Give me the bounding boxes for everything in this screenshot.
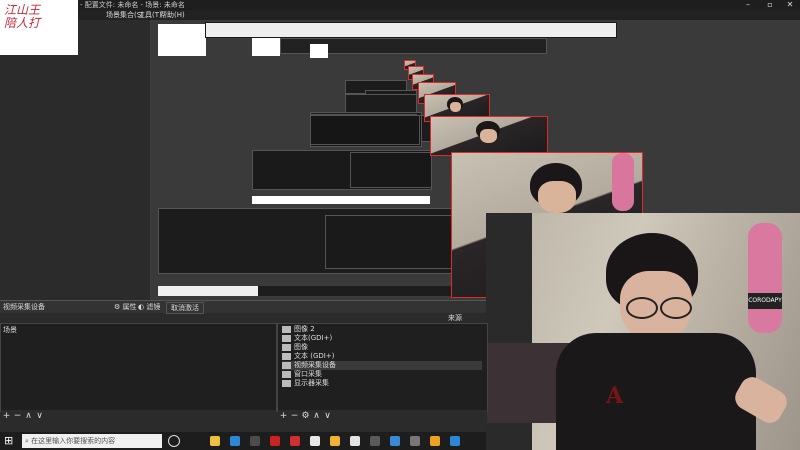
source-item[interactable]: 图像 (282, 343, 482, 352)
nested-logo-image-small (310, 44, 328, 58)
bag-brand-label: CORODAPY (748, 293, 782, 309)
scenes-header: 场景 (3, 326, 17, 334)
source-item[interactable]: 显示器采集 (282, 379, 482, 388)
source-item[interactable]: 文本(GDI+) (282, 334, 482, 343)
cortana-icon[interactable] (168, 435, 180, 447)
text-icon (282, 352, 291, 360)
windows-taskbar: ⊞ ⌕ 在这里输入你要搜索的内容 (0, 432, 486, 450)
gear-icon: ⚙ (114, 303, 123, 311)
close-icon[interactable]: ✕ (780, 0, 800, 10)
source-item[interactable]: 窗口采集 (282, 370, 482, 379)
monitor-icon (282, 379, 291, 387)
search-placeholder: 在这里输入你要搜索的内容 (31, 437, 116, 445)
source-item-selected[interactable]: 视频采集设备 (282, 361, 482, 370)
window-title: - 配置文件: 未命名 - 场景: 未命名 (80, 1, 185, 9)
shirt-print: A (606, 383, 624, 409)
search-icon: ⌕ (25, 437, 32, 445)
taskbar-app-icon[interactable] (430, 436, 440, 446)
title-bar: - 配置文件: 未命名 - 场景: 未命名 – ▫ ✕ (0, 0, 800, 10)
filters-button[interactable]: ◐ 滤镜 (138, 301, 160, 313)
nested-window-frame (205, 22, 617, 38)
windows-start-icon[interactable]: ⊞ (4, 435, 16, 447)
minimize-icon[interactable]: – (738, 0, 758, 10)
taskbar-app-icon[interactable] (350, 436, 360, 446)
taskbar-app-icon[interactable] (330, 436, 340, 446)
taskbar-search-box[interactable]: ⌕ 在这里输入你要搜索的内容 (22, 434, 162, 448)
taskbar-app-icon[interactable] (390, 436, 400, 446)
taskbar-app-icon[interactable] (210, 436, 220, 446)
remove-scene-button[interactable]: − (12, 410, 23, 422)
scenes-toolbar: + − ∧ ∨ (1, 410, 276, 422)
taskbar-app-icon[interactable] (310, 436, 320, 446)
docks-header: 来源 (0, 314, 486, 323)
move-source-up-button[interactable]: ∧ (311, 410, 322, 422)
logo-signature: 江山王 陪人打 (4, 3, 41, 30)
nested-panel (310, 115, 420, 145)
taskbar-app-icon[interactable] (290, 436, 300, 446)
move-scene-down-button[interactable]: ∨ (34, 410, 45, 422)
glasses-left (626, 297, 658, 319)
source-properties-button[interactable]: ⚙ (300, 410, 311, 422)
add-source-button[interactable]: + (278, 410, 289, 422)
menu-help[interactable]: 帮助(H) (160, 10, 185, 20)
selected-source-name: 视频采集设备 (3, 303, 45, 311)
deactivate-button[interactable]: 取消激活 (166, 302, 204, 314)
taskbar-app-icon[interactable] (410, 436, 420, 446)
menu-bar: 场景集合(S) 工具(T) 帮助(H) (78, 10, 800, 20)
camera-preview: CORODAPY A (486, 213, 800, 450)
remove-source-button[interactable]: − (289, 410, 300, 422)
nested-taskbar-large (258, 286, 458, 296)
sources-toolbar: + − ⚙ ∧ ∨ (278, 410, 487, 422)
nested-sources (350, 152, 432, 188)
nested-sources-large (325, 215, 452, 269)
sources-dock: 图像 2 文本(GDI+) 图像 文本 (GDI+) 视频采集设备 窗口采集 显… (277, 323, 488, 422)
source-context-bar: 视频采集设备 ⚙ 属性 ◐ 滤镜 取消激活 (0, 300, 486, 314)
menu-tools[interactable]: 工具(T) (138, 10, 162, 20)
taskbar-app-icon[interactable] (230, 436, 240, 446)
text-icon (282, 334, 291, 342)
move-source-down-button[interactable]: ∨ (322, 410, 333, 422)
maximize-icon[interactable]: ▫ (760, 0, 780, 10)
properties-button[interactable]: ⚙ 属性 (114, 301, 137, 313)
image-icon (282, 343, 291, 351)
mini-logo-image (158, 24, 206, 56)
taskbar-app-icon[interactable] (250, 436, 260, 446)
source-item[interactable]: 图像 2 (282, 325, 482, 334)
source-item[interactable]: 文本 (GDI+) (282, 352, 482, 361)
add-scene-button[interactable]: + (1, 410, 12, 422)
window-icon (282, 370, 291, 378)
logo-overlay: 江山王 陪人打 (0, 0, 78, 55)
glasses-right (660, 297, 692, 319)
punching-bag (748, 223, 782, 333)
nested-panel (345, 94, 417, 114)
taskbar-app-icon[interactable] (450, 436, 460, 446)
camera-icon (282, 361, 291, 369)
nested-camera-frame (430, 116, 548, 156)
move-scene-up-button[interactable]: ∧ (23, 410, 34, 422)
nested-taskbar-search (252, 196, 430, 204)
sources-header: 来源 (448, 314, 462, 322)
taskbar-app-icon[interactable] (270, 436, 280, 446)
nested-taskbar-search-large (158, 286, 258, 296)
scenes-dock: 场景 + − ∧ ∨ (0, 323, 277, 422)
nested-logo-image (252, 38, 280, 56)
image-icon (282, 325, 291, 333)
taskbar-app-icon[interactable] (370, 436, 380, 446)
